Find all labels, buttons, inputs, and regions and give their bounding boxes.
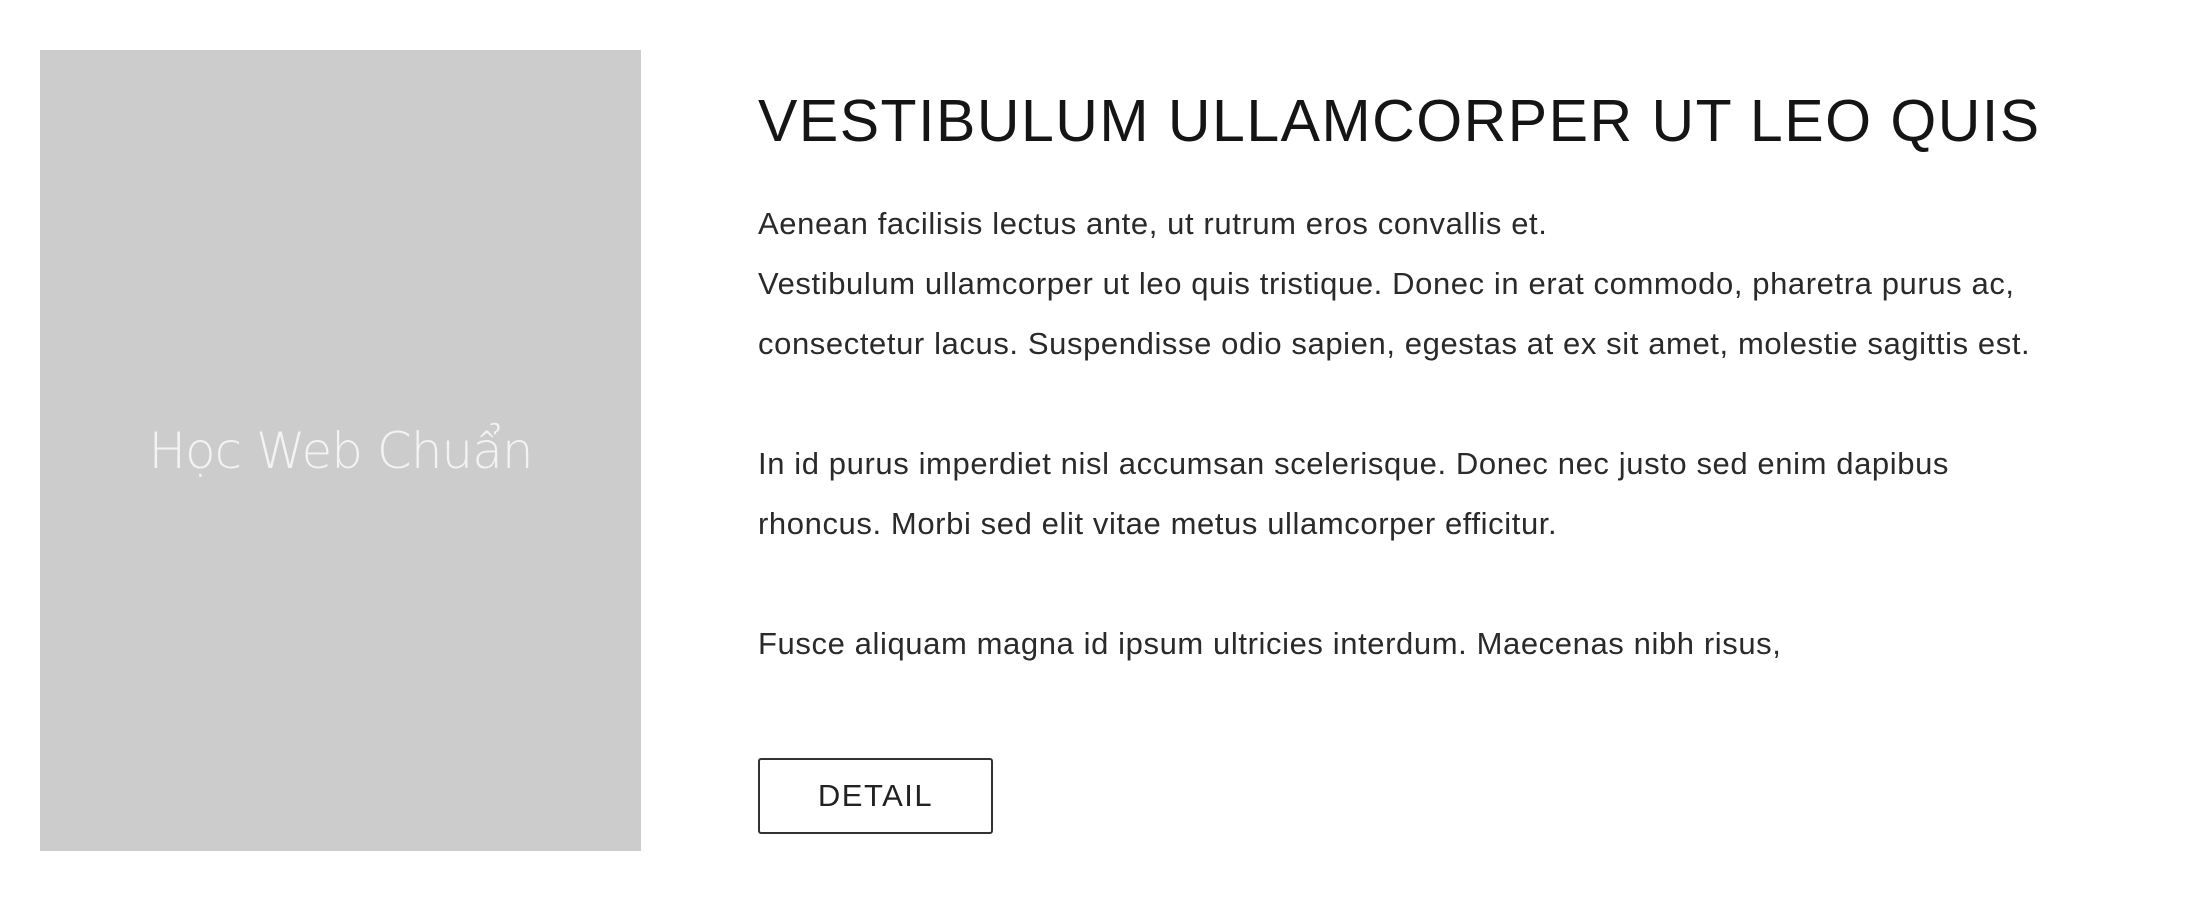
- article-paragraph-1: Aenean facilisis lectus ante, ut rutrum …: [758, 194, 2178, 374]
- detail-button[interactable]: DETAIL: [758, 758, 993, 834]
- paragraph-1-line-3: consectetur lacus. Suspendisse odio sapi…: [758, 326, 2031, 361]
- paragraph-2-line-2: rhoncus. Morbi sed elit vitae metus ulla…: [758, 506, 1558, 541]
- paragraph-2-line-1: In id purus imperdiet nisl accumsan scel…: [758, 446, 1950, 481]
- placeholder-image-text: Học Web Chuẩn: [148, 421, 533, 480]
- article-paragraph-3: Fusce aliquam magna id ipsum ultricies i…: [758, 614, 2178, 674]
- paragraph-1-line-1: Aenean facilisis lectus ante, ut rutrum …: [758, 206, 1548, 241]
- placeholder-image: Học Web Chuẩn: [40, 50, 641, 851]
- article-paragraph-2: In id purus imperdiet nisl accumsan scel…: [758, 434, 2178, 554]
- paragraph-1-line-2: Vestibulum ullamcorper ut leo quis trist…: [758, 266, 2015, 301]
- article-title: VESTIBULUM ULLAMCORPER UT LEO QUIS: [758, 88, 2041, 154]
- paragraph-3-line-1: Fusce aliquam magna id ipsum ultricies i…: [758, 626, 1782, 661]
- article-content: VESTIBULUM ULLAMCORPER UT LEO QUIS Aenea…: [758, 82, 2178, 834]
